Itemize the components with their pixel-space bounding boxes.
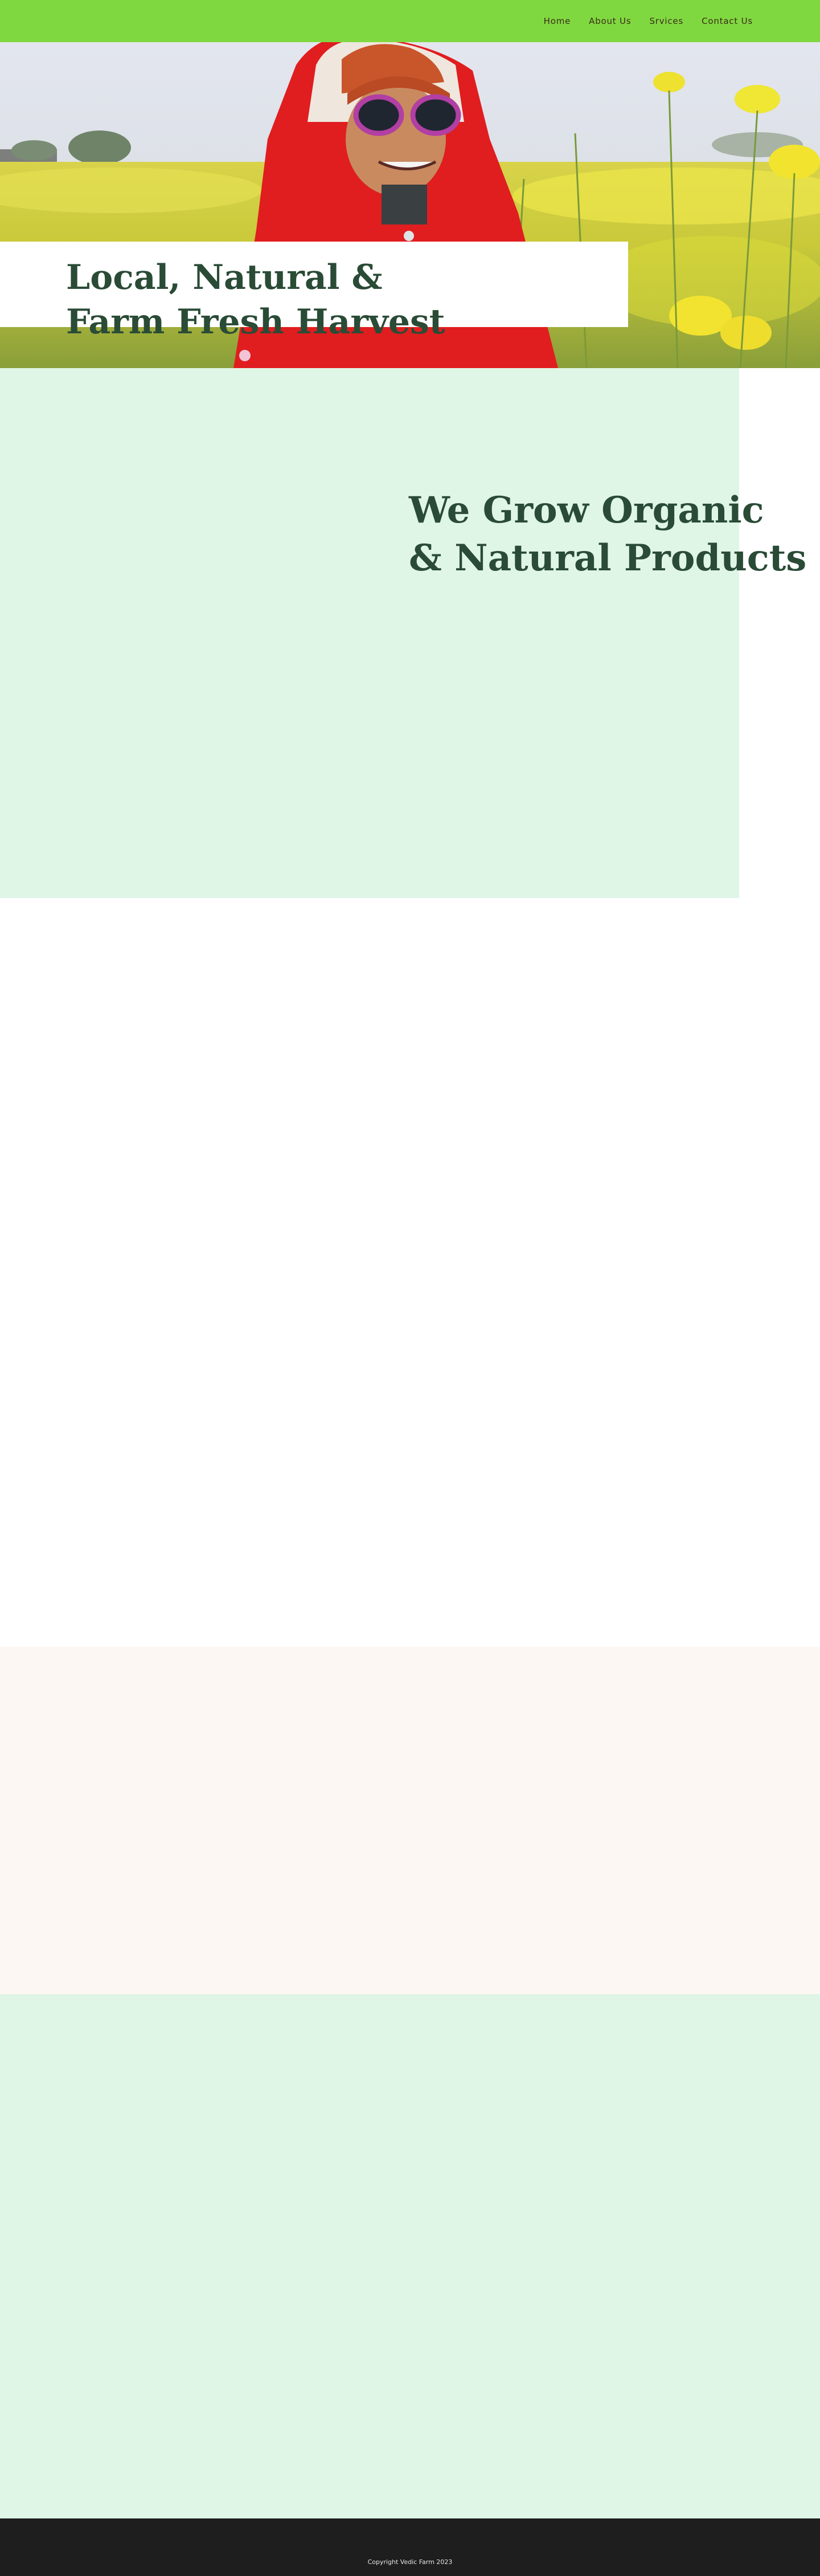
nav-about-link[interactable]: About Us — [589, 16, 631, 26]
hero-title: Local, Natural & Farm Fresh Harvest — [66, 255, 445, 344]
empty-section — [0, 898, 820, 1647]
organic-section: We Grow Organic & Natural Products — [0, 368, 806, 898]
hero-section: Local, Natural & Farm Fresh Harvest — [0, 42, 820, 368]
hero-title-box: Local, Natural & Farm Fresh Harvest — [0, 242, 628, 342]
hero-title-line1: Local, Natural & — [66, 258, 383, 297]
mint-section — [0, 1994, 820, 2518]
nav-services-link[interactable]: Srvices — [649, 16, 683, 26]
footer: Copyright Vedic Farm 2023 — [0, 2518, 820, 2576]
nav-home-link[interactable]: Home — [544, 16, 571, 26]
organic-title: We Grow Organic & Natural Products — [409, 487, 806, 582]
nav-contact-link[interactable]: Contact Us — [702, 16, 753, 26]
hero-title-line2: Farm Fresh Harvest — [66, 302, 445, 342]
top-nav: Home About Us Srvices Contact Us — [0, 0, 820, 42]
peach-section — [0, 1647, 820, 1994]
organic-title-line1: We Grow Organic — [409, 489, 764, 532]
footer-copyright: Copyright Vedic Farm 2023 — [367, 2558, 453, 2566]
organic-title-line2: & Natural Products — [409, 537, 807, 579]
